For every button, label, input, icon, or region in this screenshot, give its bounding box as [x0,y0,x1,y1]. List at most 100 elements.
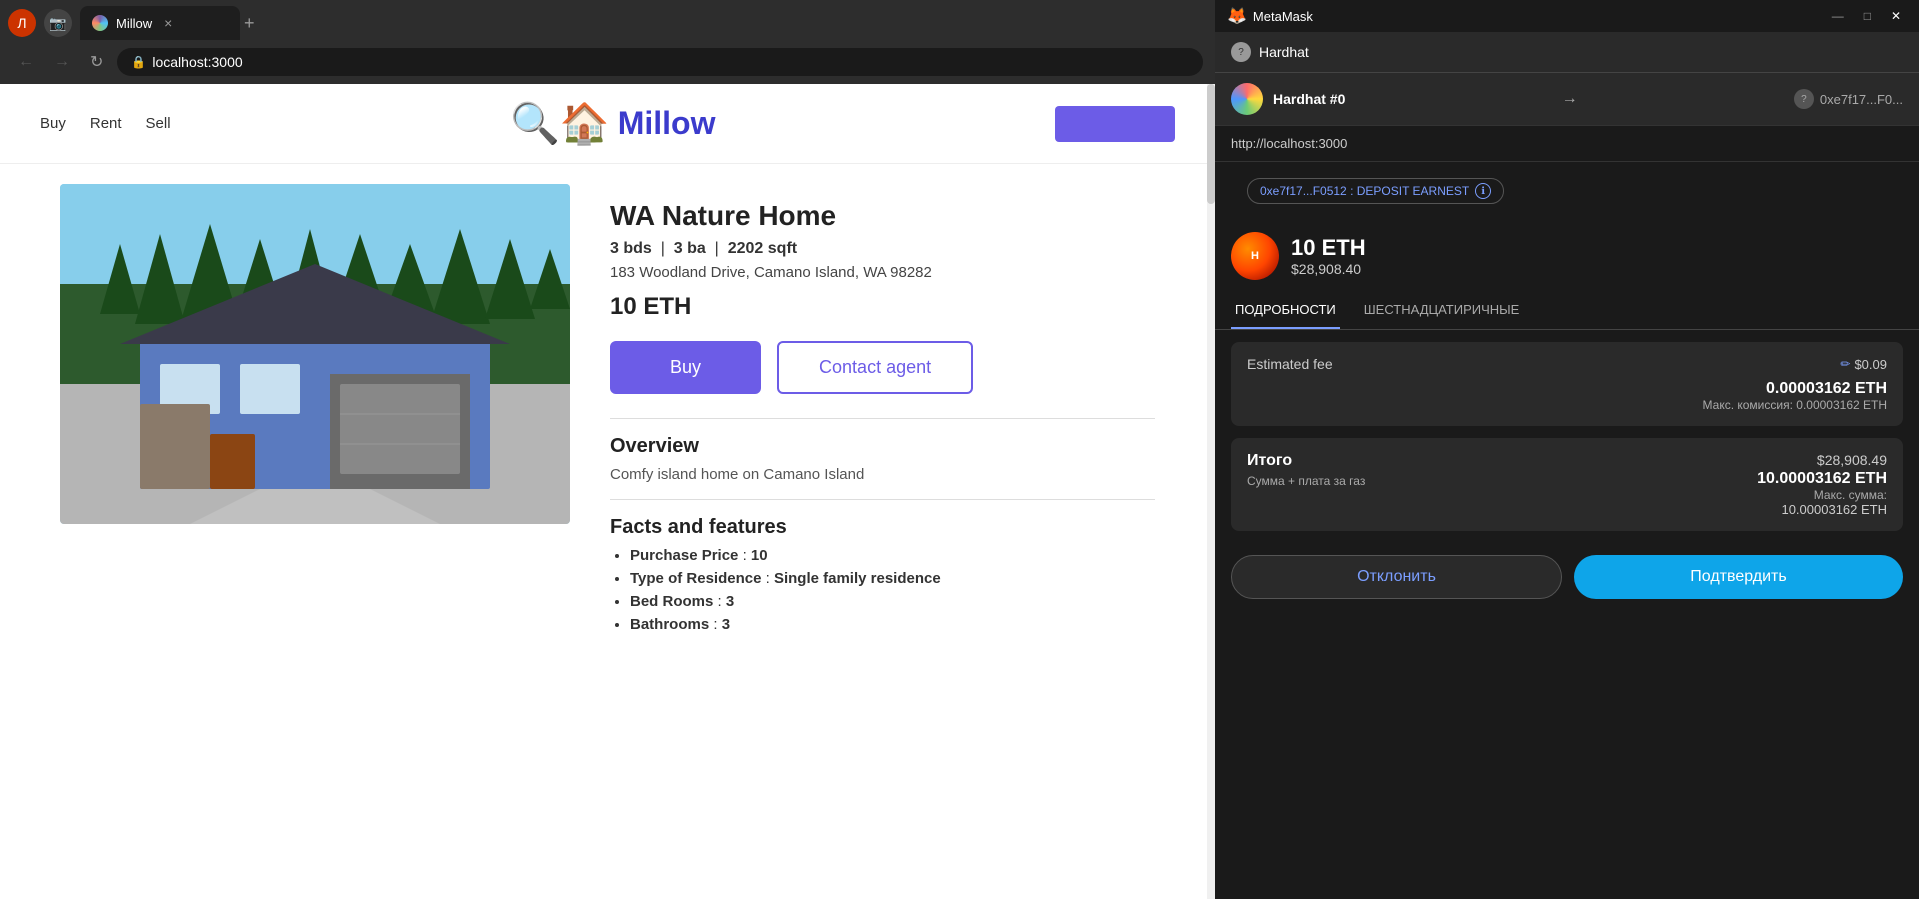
divider-1 [610,418,1155,419]
fact-value: 3 [722,616,730,633]
mm-arrow-icon: → [1562,90,1578,108]
mm-max-commission-val: 0.00003162 ETH [1796,398,1887,412]
nav-right [1055,106,1175,142]
property-listing: WA Nature Home 3 bds | 3 ba | 2202 sqft … [0,164,1215,659]
mm-confirm-button[interactable]: Подтвердить [1574,555,1903,599]
mm-fee-header: Estimated fee ✏ $0.09 [1247,356,1887,372]
mm-fee-usd-value: $0.09 [1854,357,1887,372]
mm-tab-details[interactable]: ПОДРОБНОСТИ [1231,292,1340,329]
mm-account-row: Hardhat #0 → ? 0xe7f17...F0... [1215,73,1919,126]
sqft-count: 2202 [728,240,764,257]
mm-contract-tag-text: 0xe7f17...F0512 : DEPOSIT EARNEST [1260,184,1469,198]
mm-account-left: Hardhat #0 [1231,83,1345,115]
mm-address-text: 0xe7f17...F0... [1820,92,1903,107]
sqft-label: sqft [768,240,797,257]
facts-title: Facts and features [610,516,1155,539]
mm-tab-hex[interactable]: ШЕСТНАДЦАТИРИЧНЫЕ [1360,292,1524,329]
mm-account-icon [1231,83,1263,115]
buy-button[interactable]: Buy [610,341,761,394]
active-tab[interactable]: Millow × [80,6,240,40]
scrollbar[interactable] [1207,84,1215,899]
mm-edit-icon[interactable]: ✏ [1840,357,1850,371]
address-bar: ← → ↻ 🔒 localhost:3000 [0,40,1215,84]
profile-button[interactable]: Л [8,9,36,37]
mm-balance-eth: 10 ETH [1291,235,1366,261]
property-specs: 3 bds | 3 ba | 2202 sqft [610,240,1155,258]
url-bar[interactable]: 🔒 localhost:3000 [117,48,1203,76]
nav-sell[interactable]: Sell [146,115,171,132]
mm-total-box: Итого Сумма + плата за газ $28,908.49 10… [1231,438,1903,531]
overview-title: Overview [610,435,1155,458]
property-title: WA Nature Home [610,200,1155,232]
mm-close-button[interactable]: ✕ [1885,7,1907,25]
fact-value: Single family residence [774,570,941,587]
house-svg [60,184,570,524]
forward-button[interactable]: → [48,49,76,75]
tab-title: Millow [116,16,152,31]
mm-total-eth: 10.00003162 ETH [1757,470,1887,488]
refresh-button[interactable]: ↻ [84,48,109,76]
mm-total-max-label: Макс. сумма: [1757,488,1887,502]
mm-max-commission-label: Макс. комиссия: [1703,398,1793,412]
scroll-thumb[interactable] [1207,84,1215,204]
logo-text: Millow [618,105,716,142]
mm-fee-eth: 0.00003162 ETH [1247,380,1887,398]
new-tab-button[interactable]: + [244,13,255,34]
back-button[interactable]: ← [12,49,40,75]
mm-reject-button[interactable]: Отклонить [1231,555,1562,599]
fact-label: Bed Rooms [630,593,713,610]
mm-window-buttons: — □ ✕ [1826,7,1907,25]
fact-label: Purchase Price [630,547,738,564]
mm-network-icon: ? [1231,42,1251,62]
baths-count: 3 [674,240,683,257]
mm-info-icon: ℹ [1475,183,1491,199]
mm-fee-box: Estimated fee ✏ $0.09 0.00003162 ETH Мак… [1231,342,1903,426]
mm-balance-orb: H [1231,232,1279,280]
fact-item-purchase-price: Purchase Price : 10 [630,547,1155,564]
mm-tabs: ПОДРОБНОСТИ ШЕСТНАДЦАТИРИЧНЫЕ [1215,292,1919,330]
nav-buy[interactable]: Buy [40,115,66,132]
mm-network-name: Hardhat [1259,44,1309,60]
property-price: 10 ETH [610,293,1155,321]
camera-button[interactable]: 📷 [44,9,72,37]
site-logo: 🔍🏠 Millow [510,100,715,147]
mm-fee-label: Estimated fee [1247,356,1333,372]
baths-label: ba [687,240,706,257]
fact-item-type: Type of Residence : Single family reside… [630,570,1155,587]
property-address: 183 Woodland Drive, Camano Island, WA 98… [610,264,1155,281]
nav-links: Buy Rent Sell [40,115,171,132]
mm-fee-usd: ✏ $0.09 [1840,357,1887,372]
site-nav: Buy Rent Sell 🔍🏠 Millow [0,84,1215,164]
fact-value: 3 [726,593,734,610]
contact-agent-button[interactable]: Contact agent [777,341,973,394]
mm-titlebar: 🦊 MetaMask — □ ✕ [1215,0,1919,32]
mm-title: 🦊 MetaMask [1227,6,1313,26]
connect-wallet-button[interactable] [1055,106,1175,142]
mm-maximize-button[interactable]: □ [1858,7,1877,25]
mm-contract-tag: 0xe7f17...F0512 : DEPOSIT EARNEST ℹ [1247,178,1504,204]
property-details: WA Nature Home 3 bds | 3 ba | 2202 sqft … [610,184,1155,639]
mm-balance-row: H 10 ETH $28,908.40 [1215,220,1919,292]
beds-label: bds [623,240,651,257]
mm-fee-max: Макс. комиссия: 0.00003162 ETH [1247,398,1887,412]
facts-list: Purchase Price : 10 Type of Residence : … [610,547,1155,633]
beds-count: 3 [610,240,619,257]
mm-balance-usd: $28,908.40 [1291,261,1366,277]
nav-rent[interactable]: Rent [90,115,122,132]
mm-network-header: ? Hardhat [1215,32,1919,73]
divider-2 [610,499,1155,500]
fact-value: 10 [751,547,768,564]
logo-icon: 🔍🏠 [510,100,610,147]
mm-minimize-button[interactable]: — [1826,7,1850,25]
metamask-panel: 🦊 MetaMask — □ ✕ ? Hardhat Hardhat #0 → … [1215,0,1919,899]
mm-balance-info: 10 ETH $28,908.40 [1291,235,1366,277]
mm-total-max-val: 10.00003162 ETH [1757,502,1887,517]
fact-item-bathrooms: Bathrooms : 3 [630,616,1155,633]
action-buttons: Buy Contact agent [610,341,1155,394]
tab-close-button[interactable]: × [164,15,172,31]
mm-total-usd: $28,908.49 [1757,452,1887,468]
property-image [60,184,570,524]
url-text: localhost:3000 [152,54,242,70]
mm-url: http://localhost:3000 [1215,126,1919,162]
mm-total-left: Итого Сумма + плата за газ [1247,452,1365,488]
